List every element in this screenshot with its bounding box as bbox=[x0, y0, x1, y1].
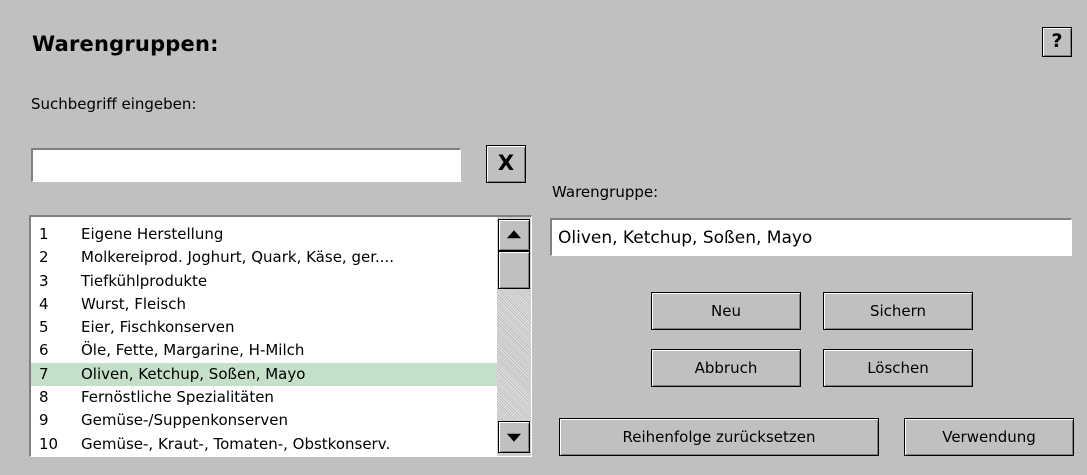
list-scrollbar[interactable] bbox=[497, 217, 531, 456]
help-button[interactable]: ? bbox=[1042, 27, 1072, 57]
close-icon: X bbox=[497, 151, 515, 175]
list-item-number: 1 bbox=[39, 225, 49, 243]
list-item-text: Öle, Fette, Margarine, H-Milch bbox=[81, 341, 305, 360]
list-item-number: 5 bbox=[39, 318, 49, 337]
list-item[interactable]: 6 Öle, Fette, Margarine, H-Milch bbox=[31, 339, 497, 362]
list-item-text: Molkereiprod. Joghurt, Quark, Käse, ger.… bbox=[81, 248, 395, 267]
arrow-up-icon bbox=[507, 230, 521, 239]
list-item-number: 7 bbox=[39, 364, 49, 383]
warengruppe-input[interactable] bbox=[550, 218, 1072, 256]
list-item[interactable]: 7 Oliven, Ketchup, Soßen, Mayo bbox=[31, 362, 497, 387]
list-item-number: 9 bbox=[39, 411, 49, 430]
reset-order-button[interactable]: Reihenfolge zurücksetzen bbox=[559, 418, 879, 456]
usage-button[interactable]: Verwendung bbox=[904, 418, 1074, 456]
list-item[interactable]: 10 Gemüse-, Kraut-, Tomaten-, Obstkonserv… bbox=[31, 433, 497, 456]
clear-search-button[interactable]: X bbox=[486, 145, 526, 183]
warengruppe-label: Warengruppe: bbox=[552, 183, 659, 201]
warengruppen-list[interactable]: 1 Eigene Herstellung 2 Molkereiprod. Joghur… bbox=[29, 215, 532, 457]
scroll-up-button[interactable] bbox=[498, 219, 530, 251]
list-item-number: 10 bbox=[39, 434, 59, 453]
list-item-text: Wurst, Fleisch bbox=[81, 294, 186, 313]
list-item-text: Gemüse-, Kraut-, Tomaten-, Obstkonserv. bbox=[81, 434, 391, 453]
list-item-number: 3 bbox=[39, 271, 49, 290]
list-item[interactable]: 2 Molkereiprod. Joghurt, Quark, Käse, ger… bbox=[31, 246, 497, 269]
delete-button[interactable]: Löschen bbox=[823, 349, 973, 387]
list-item-text: Eigene Herstellung bbox=[81, 225, 224, 243]
scroll-thumb[interactable] bbox=[498, 251, 530, 289]
list-item-text: Gemüse-/Suppenkonserven bbox=[81, 411, 288, 430]
list-item[interactable]: 1 Eigene Herstellung bbox=[31, 223, 497, 246]
list-item-text: Tiefkühlprodukte bbox=[81, 271, 208, 290]
new-button[interactable]: Neu bbox=[651, 292, 801, 330]
dialog-title: Warengruppen: bbox=[32, 32, 219, 56]
list-item[interactable]: 5 Eier, Fischkonserven bbox=[31, 316, 497, 339]
list-item-text: Oliven, Ketchup, Soßen, Mayo bbox=[81, 364, 306, 383]
save-button[interactable]: Sichern bbox=[823, 292, 973, 330]
list-item-number: 2 bbox=[39, 248, 49, 267]
search-input[interactable] bbox=[31, 148, 461, 182]
list-item-text: Eier, Fischkonserven bbox=[81, 318, 235, 337]
list-item[interactable]: 3 Tiefkühlprodukte bbox=[31, 270, 497, 293]
list-item[interactable]: 4 Wurst, Fleisch bbox=[31, 293, 497, 316]
list-item-text: Fernöstliche Spezialitäten bbox=[81, 388, 274, 407]
list-item[interactable]: 9 Gemüse-/Suppenkonserven bbox=[31, 409, 497, 432]
list-item-number: 6 bbox=[39, 341, 49, 360]
list-item-number: 8 bbox=[39, 388, 49, 407]
cancel-button[interactable]: Abbruch bbox=[651, 349, 801, 387]
search-label: Suchbegriff eingeben: bbox=[31, 95, 197, 113]
list-item[interactable]: 8 Fernöstliche Spezialitäten bbox=[31, 386, 497, 409]
list-item-number: 4 bbox=[39, 294, 49, 313]
scroll-down-button[interactable] bbox=[498, 421, 530, 453]
arrow-down-icon bbox=[507, 433, 521, 442]
list-rows: 1 Eigene Herstellung 2 Molkereiprod. Joghur… bbox=[31, 223, 497, 456]
